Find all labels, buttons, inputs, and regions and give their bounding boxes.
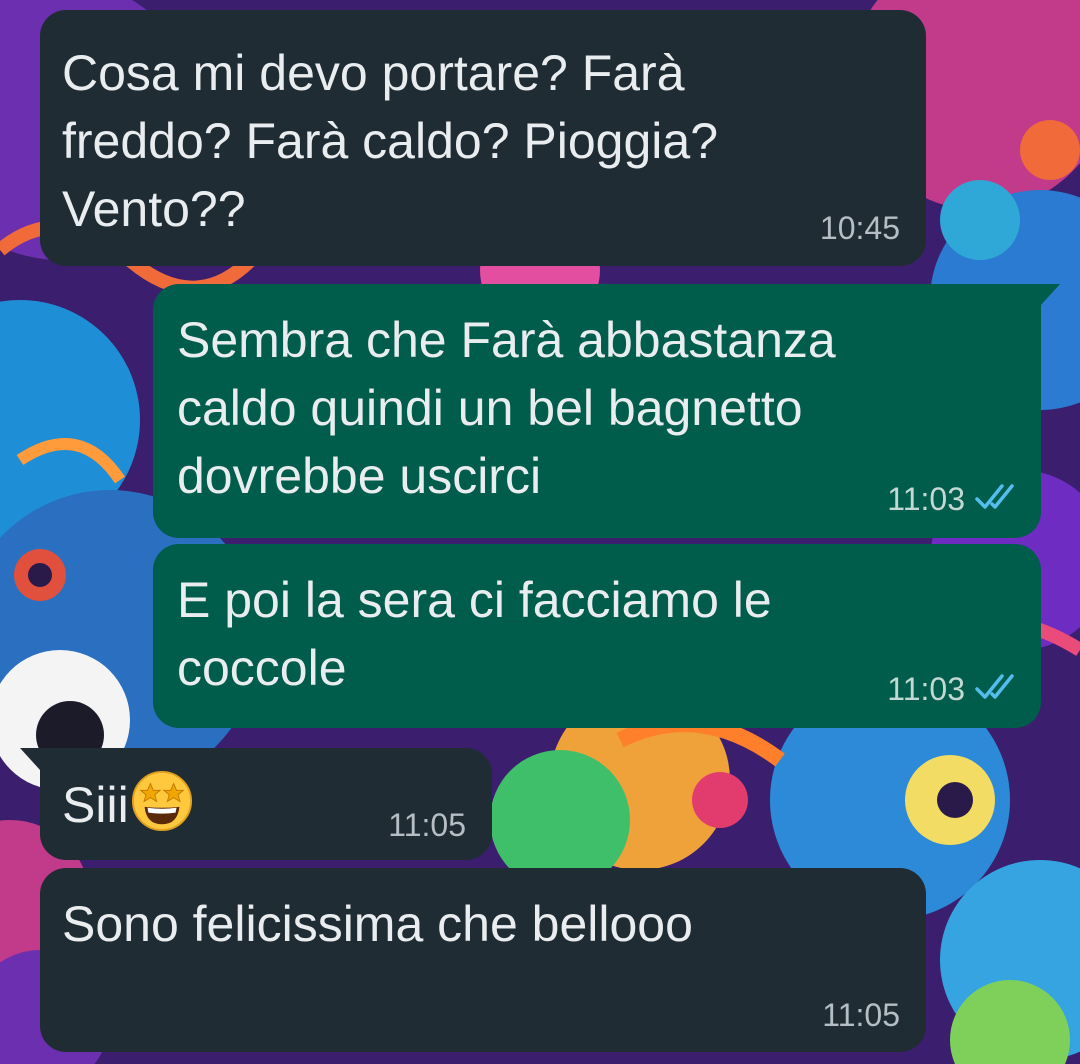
double-check-read-icon — [975, 484, 1014, 509]
message-text: Sono felicissima che bellooo — [62, 896, 693, 952]
message-bubble-outgoing[interactable]: E poi la sera ci facciamo le coccole 11:… — [153, 544, 1041, 728]
double-check-read-icon — [975, 674, 1014, 699]
message-timestamp: 10:45 — [819, 210, 900, 246]
message-text: Sembra che Farà abbastanza caldo quindi … — [177, 312, 836, 504]
star-struck-emoji-icon — [131, 770, 192, 832]
bubble-tail — [20, 748, 40, 770]
message-text: Siii — [62, 770, 193, 839]
message-timestamp: 11:03 — [887, 671, 965, 707]
message-bubble-incoming[interactable]: Siii 11:05 — [40, 748, 492, 860]
message-text: E poi la sera ci facciamo le coccole — [177, 572, 772, 696]
message-text-content: Siii — [62, 777, 129, 833]
message-text: Cosa mi devo portare? Farà freddo? Farà … — [62, 45, 719, 237]
message-timestamp: 11:05 — [822, 997, 900, 1033]
message-timestamp: 11:05 — [388, 807, 466, 843]
message-bubble-outgoing[interactable]: Sembra che Farà abbastanza caldo quindi … — [153, 284, 1041, 538]
message-bubble-incoming[interactable]: Sono felicissima che bellooo 11:05 — [40, 868, 926, 1052]
bubble-tail — [1040, 284, 1060, 306]
message-bubble-incoming[interactable]: Cosa mi devo portare? Farà freddo? Farà … — [40, 10, 926, 266]
message-timestamp: 11:03 — [887, 481, 965, 517]
